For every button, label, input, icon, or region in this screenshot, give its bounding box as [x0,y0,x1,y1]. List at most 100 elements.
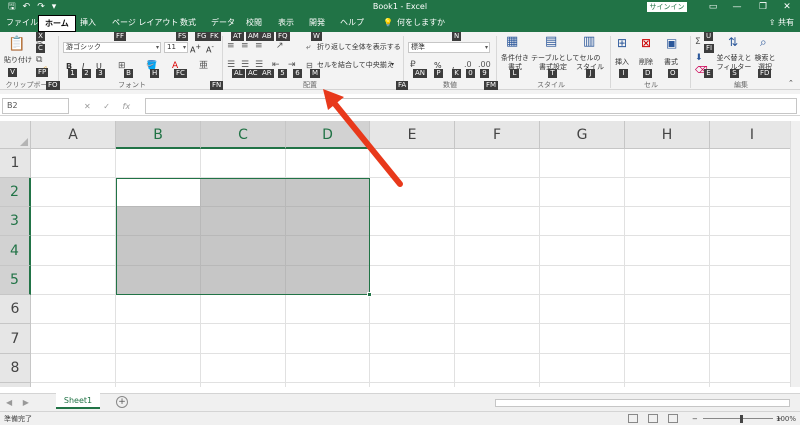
format-cells-button[interactable]: 書式 [664,57,678,67]
formula-bar: B2 ✕ ✓ fx [0,97,800,116]
restore-button[interactable]: ❐ [752,0,774,14]
ribbon-display-icon[interactable]: ▭ [702,0,724,14]
merge-center-button[interactable]: セルを結合して中央揃え [317,60,394,70]
customize-qat-icon[interactable]: ▾ [52,0,57,14]
tab-developer[interactable]: 開発 [309,14,325,32]
conditional-formatting-icon[interactable]: ▦ [506,35,518,48]
vertical-scrollbar[interactable] [790,121,800,387]
sort-filter-icon[interactable]: ⇅ [728,36,738,48]
keytip-badge: AB [260,32,274,41]
tab-review[interactable]: 校閲 [246,14,262,32]
name-box[interactable]: B2 [2,98,69,114]
keytip-badge: N [452,32,462,41]
zoom-out-button[interactable]: − [692,414,698,424]
normal-view-button[interactable] [628,414,638,423]
tab-view[interactable]: 表示 [278,14,294,32]
fill-icon[interactable]: ⬇ [695,52,703,64]
row-header-3[interactable]: 3 [0,207,31,236]
tab-home[interactable]: ホーム [38,15,76,32]
collapse-ribbon-icon[interactable]: ⌃ [788,78,794,88]
insert-cells-button[interactable]: 挿入 [615,57,629,67]
row-header-9[interactable]: 9 [0,383,31,387]
keytip-badge: FA [396,81,409,90]
font-name-value: 游ゴシック [66,43,101,51]
row-header-6[interactable]: 6 [0,295,31,324]
paste-button[interactable]: 貼り付け [4,55,32,65]
worksheet-grid[interactable]: ABCDEFGHI 123456789 [0,121,800,387]
column-header-e[interactable]: E [370,121,455,149]
row-header-8[interactable]: 8 [0,354,31,383]
insert-function-icon[interactable]: fx [123,102,131,111]
tab-insert[interactable]: 挿入 [80,14,96,32]
zoom-slider-thumb[interactable] [740,415,743,423]
grow-font-icon[interactable]: A+ [190,41,201,57]
column-header-i[interactable]: I [710,121,795,149]
orientation-icon[interactable]: ↗ [276,40,284,52]
save-icon[interactable]: 🖫 [8,0,16,14]
row-header-5[interactable]: 5 [0,266,31,295]
row-header-2[interactable]: 2 [0,178,31,207]
cell-styles-icon[interactable]: ▥ [583,35,595,48]
align-top-icon[interactable]: ≡ [227,40,235,52]
fill-handle[interactable] [367,292,372,297]
undo-icon[interactable]: ↶ [23,0,31,14]
column-header-c[interactable]: C [201,121,286,149]
phonetic-icon[interactable]: 亜 [199,60,208,72]
delete-cells-button[interactable]: 削除 [639,57,653,67]
column-header-b[interactable]: B [116,121,201,149]
format-as-table-icon[interactable]: ▤ [545,35,557,48]
next-sheet-icon[interactable]: ▶ [23,398,29,407]
tab-page-layout[interactable]: ページ レイアウト [112,14,178,32]
font-name-select[interactable]: 游ゴシック ▾ [63,42,161,53]
keytip-badge: FF [114,32,127,41]
copy-icon[interactable]: ⧉ [36,54,42,66]
column-header-d[interactable]: D [286,121,370,149]
enter-icon[interactable]: ✓ [103,102,110,111]
row-header-4[interactable]: 4 [0,236,31,266]
share-button[interactable]: ⇪ 共有 [769,14,794,32]
minimize-button[interactable]: — [726,0,748,14]
group-separator [690,36,691,88]
find-select-icon[interactable]: ⌕ [760,36,767,48]
sheet-tab[interactable]: Sheet1 [56,393,100,409]
grid-line [454,149,455,387]
row-header-1[interactable]: 1 [0,149,31,178]
column-header-g[interactable]: G [540,121,625,149]
paste-icon[interactable]: 📋 [8,37,25,51]
formula-input[interactable] [145,98,797,114]
redo-icon[interactable]: ↷ [37,0,45,14]
align-bottom-icon[interactable]: ≡ [255,40,263,52]
cancel-icon[interactable]: ✕ [84,102,91,111]
page-layout-view-button[interactable] [648,414,658,423]
tab-formulas[interactable]: 数式 [180,14,196,32]
shrink-font-icon[interactable]: A- [206,41,214,57]
grid-line [624,149,625,387]
add-sheet-button[interactable]: + [116,396,128,408]
prev-sheet-icon[interactable]: ◀ [6,398,12,407]
tab-data[interactable]: データ [211,14,235,32]
column-header-f[interactable]: F [455,121,540,149]
number-format-select[interactable]: 標準 ▾ [408,42,490,53]
tab-file[interactable]: ファイル [6,14,38,32]
wrap-text-button[interactable]: 折り返して全体を表示する [317,42,401,52]
signin-button[interactable]: サインイン [647,2,687,12]
column-header-a[interactable]: A [31,121,116,149]
tab-help[interactable]: ヘルプ [340,14,364,32]
row-header-7[interactable]: 7 [0,324,31,354]
font-size-select[interactable]: 11 ▾ [164,42,188,53]
page-break-view-button[interactable] [668,414,678,423]
format-cells-icon[interactable]: ▣ [666,37,677,49]
close-button[interactable]: ✕ [776,0,798,14]
select-all-button[interactable] [0,121,31,149]
autosum-icon[interactable]: Σ [695,36,701,48]
horizontal-scrollbar[interactable] [495,399,790,407]
zoom-level[interactable]: 100% [776,412,796,426]
column-header-h[interactable]: H [625,121,710,149]
wrap-text-icon[interactable]: ⤶ [306,41,310,53]
tell-me-search[interactable]: 何をしますか [397,14,445,32]
align-middle-icon[interactable]: ≡ [241,40,249,52]
insert-cells-icon[interactable]: ⊞ [617,37,627,49]
delete-cells-icon[interactable]: ⊠ [641,37,651,49]
zoom-slider[interactable] [703,418,773,419]
chevron-down-icon[interactable]: ▾ [391,60,394,70]
